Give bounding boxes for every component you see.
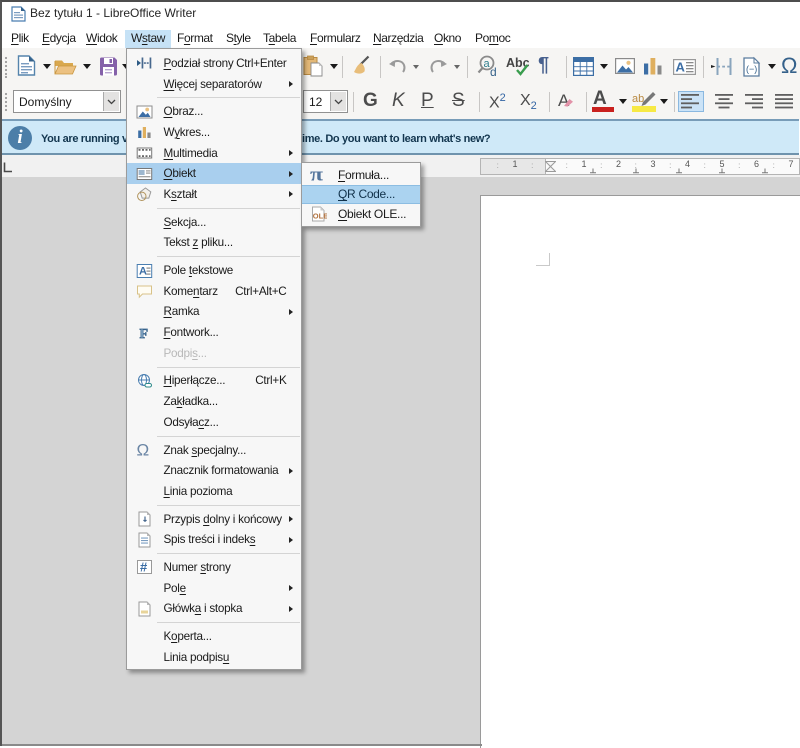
svg-text:#: # <box>140 560 148 575</box>
svg-text:(−): (−) <box>746 64 757 74</box>
svg-text:A: A <box>676 60 686 75</box>
svg-text:F: F <box>140 327 149 342</box>
svg-text:ab: ab <box>632 93 644 105</box>
svg-text:Ω: Ω <box>137 442 150 459</box>
svg-text:π: π <box>310 166 323 183</box>
svg-text:A: A <box>139 265 147 277</box>
svg-text:OLE: OLE <box>313 211 327 220</box>
svg-text:d: d <box>490 65 497 77</box>
